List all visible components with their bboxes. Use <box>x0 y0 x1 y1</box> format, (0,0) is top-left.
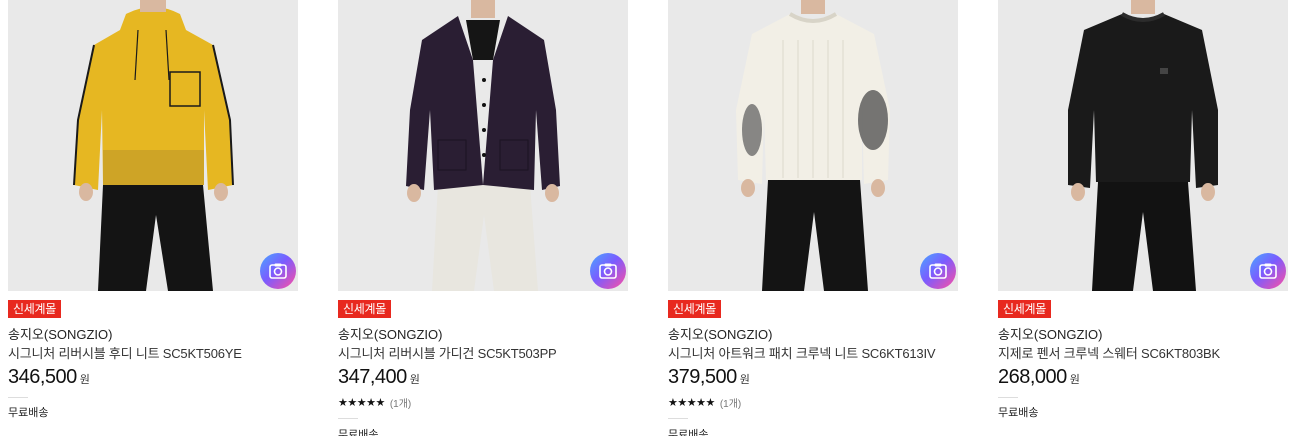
store-badge: 신세계몰 <box>8 300 61 318</box>
product-grid: 신세계몰 송지오(SONGZIO) 시그니처 리버시블 후디 니트 SC5KT5… <box>0 0 1294 436</box>
review-count: (1개) <box>719 399 742 410</box>
star-rating-icon: ★★★★★ <box>668 396 715 409</box>
brand-name[interactable]: 송지오(SONGZIO) <box>998 324 1103 343</box>
price-row: 268,000 원 <box>998 366 1080 389</box>
product-card[interactable]: 신세계몰 송지오(SONGZIO) 시그니처 아트워크 패치 크루넥 니트 SC… <box>668 0 960 436</box>
rating[interactable]: ★★★★★ (1개) <box>668 395 741 410</box>
currency-unit: 원 <box>739 374 750 386</box>
divider <box>8 397 28 398</box>
shipping-info: 무료배송 <box>8 407 49 419</box>
product-card[interactable]: 신세계몰 송지오(SONGZIO) 지제로 펜서 크루넥 스웨터 SC6KT80… <box>998 0 1290 436</box>
product-photo-hoodie <box>8 0 298 291</box>
camera-icon <box>929 263 947 279</box>
product-name[interactable]: 시그니처 아트워크 패치 크루넥 니트 SC6KT613IV <box>668 343 936 362</box>
price: 379,500 <box>668 366 737 388</box>
image-search-button[interactable] <box>260 253 296 289</box>
currency-unit: 원 <box>79 374 90 386</box>
price-row: 379,500 원 <box>668 366 750 389</box>
product-name[interactable]: 지제로 펜서 크루넥 스웨터 SC6KT803BK <box>998 343 1220 362</box>
price: 268,000 <box>998 366 1067 388</box>
currency-unit: 원 <box>1069 374 1080 386</box>
camera-icon <box>1259 263 1277 279</box>
brand-name[interactable]: 송지오(SONGZIO) <box>338 324 443 343</box>
price-row: 346,500 원 <box>8 366 90 389</box>
rating[interactable]: ★★★★★ (1개) <box>338 395 411 410</box>
product-image[interactable] <box>8 0 298 291</box>
shipping-info: 무료배송 <box>668 429 709 436</box>
divider <box>998 397 1018 398</box>
price: 347,400 <box>338 366 407 388</box>
review-count: (1개) <box>389 399 412 410</box>
brand-name[interactable]: 송지오(SONGZIO) <box>668 324 773 343</box>
shipping-info: 무료배송 <box>338 429 379 436</box>
divider <box>338 418 358 419</box>
price: 346,500 <box>8 366 77 388</box>
price-row: 347,400 원 <box>338 366 420 389</box>
store-badge: 신세계몰 <box>668 300 721 318</box>
product-card[interactable]: 신세계몰 송지오(SONGZIO) 시그니처 리버시블 가디건 SC5KT503… <box>338 0 630 436</box>
shipping-info: 무료배송 <box>998 407 1039 419</box>
product-photo-knit <box>668 0 958 291</box>
star-rating-icon: ★★★★★ <box>338 396 385 409</box>
product-image[interactable] <box>338 0 628 291</box>
divider <box>668 418 688 419</box>
camera-icon <box>599 263 617 279</box>
product-card[interactable]: 신세계몰 송지오(SONGZIO) 시그니처 리버시블 후디 니트 SC5KT5… <box>8 0 300 436</box>
camera-icon <box>269 263 287 279</box>
product-photo-cardigan <box>338 0 628 291</box>
image-search-button[interactable] <box>590 253 626 289</box>
product-image[interactable] <box>998 0 1288 291</box>
store-badge: 신세계몰 <box>338 300 391 318</box>
product-name[interactable]: 시그니처 리버시블 후디 니트 SC5KT506YE <box>8 343 242 362</box>
product-name[interactable]: 시그니처 리버시블 가디건 SC5KT503PP <box>338 343 557 362</box>
currency-unit: 원 <box>409 374 420 386</box>
image-search-button[interactable] <box>920 253 956 289</box>
product-image[interactable] <box>668 0 958 291</box>
image-search-button[interactable] <box>1250 253 1286 289</box>
brand-name[interactable]: 송지오(SONGZIO) <box>8 324 113 343</box>
store-badge: 신세계몰 <box>998 300 1051 318</box>
product-photo-sweater <box>998 0 1288 291</box>
